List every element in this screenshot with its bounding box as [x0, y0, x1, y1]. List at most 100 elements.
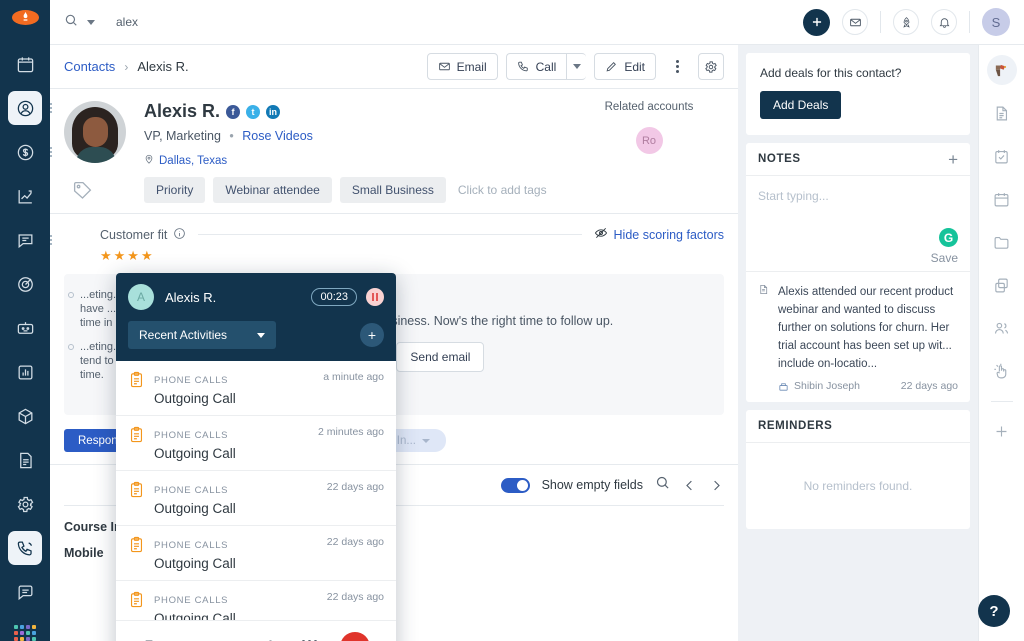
- activity-item[interactable]: PHONE CALLS Outgoing Call a minute ago: [116, 361, 396, 416]
- sidebar-item-bot[interactable]: [8, 311, 42, 345]
- activity-item[interactable]: PHONE CALLS Outgoing Call 22 days ago: [116, 526, 396, 581]
- sidebar-item-goals[interactable]: [8, 267, 42, 301]
- activity-title: Outgoing Call: [154, 391, 236, 406]
- activity-time: 2 minutes ago: [318, 426, 384, 438]
- activity-body: PHONE CALLS Outgoing Call: [154, 535, 327, 571]
- rail-item-people[interactable]: [987, 313, 1017, 343]
- hangup-button[interactable]: [340, 632, 371, 641]
- fields-next-chevron-right-icon[interactable]: [709, 478, 724, 493]
- factor-bullet-icon: [68, 292, 74, 298]
- sidebar-item-calendar[interactable]: [8, 47, 42, 81]
- sidebar-item-products[interactable]: [8, 399, 42, 433]
- breadcrumb-parent[interactable]: Contacts: [64, 59, 115, 74]
- tag-item[interactable]: Webinar attendee: [213, 177, 332, 203]
- tag-item[interactable]: Priority: [144, 177, 206, 203]
- user-avatar[interactable]: S: [982, 8, 1010, 36]
- contact-subtitle-separator: •: [229, 129, 234, 143]
- save-note-button[interactable]: Save: [931, 251, 958, 265]
- rail-item-freddy[interactable]: [986, 55, 1017, 85]
- sidebar-item-contacts-dots[interactable]: [50, 103, 52, 113]
- call-dropdown-chevron-down-icon[interactable]: [566, 53, 587, 80]
- sidebar-item-deals-dots[interactable]: [50, 147, 52, 157]
- envelope-icon[interactable]: [842, 9, 868, 35]
- hide-scoring-factors-button[interactable]: Hide scoring factors: [594, 226, 724, 243]
- add-note-plus-icon[interactable]: +: [948, 151, 958, 168]
- send-email-button[interactable]: Send email: [396, 342, 485, 372]
- bell-icon[interactable]: [931, 9, 957, 35]
- settings-gear-icon[interactable]: [698, 53, 724, 80]
- clipboard-icon: [128, 535, 154, 559]
- sidebar-item-analytics[interactable]: [8, 179, 42, 213]
- facebook-icon[interactable]: f: [226, 104, 241, 119]
- email-button[interactable]: Email: [426, 53, 498, 80]
- add-deals-panel-button[interactable]: Add Deals: [760, 91, 842, 119]
- activities-filter-chevron-down-icon: [257, 332, 266, 338]
- fields-prev-chevron-left-icon[interactable]: [682, 478, 697, 493]
- pipeline-stage-chevron-down-icon[interactable]: [421, 438, 430, 443]
- top-bar: alex S: [50, 0, 1024, 45]
- rail-item-add[interactable]: [987, 416, 1017, 446]
- linkedin-icon[interactable]: in: [266, 104, 281, 119]
- search-icon[interactable]: [64, 13, 78, 32]
- contact-company-link[interactable]: Rose Videos: [242, 129, 313, 143]
- call-paused-icon[interactable]: [366, 288, 384, 306]
- rail-item-hand[interactable]: [987, 356, 1017, 386]
- contact-location[interactable]: Dallas, Texas: [144, 153, 574, 168]
- call-button[interactable]: Call: [505, 53, 567, 80]
- grammarly-icon[interactable]: G: [939, 228, 958, 247]
- contact-photo: [64, 101, 126, 163]
- main-column: alex S Contacts › Alexis R. Email Call E…: [50, 0, 1024, 641]
- activity-category: PHONE CALLS: [154, 485, 229, 496]
- reminders-title: REMINDERS: [758, 420, 833, 432]
- sidebar-item-chat[interactable]: [8, 575, 42, 609]
- activity-category: PHONE CALLS: [154, 375, 229, 386]
- search-filter-chevron-down-icon[interactable]: [87, 19, 95, 25]
- related-account-avatar[interactable]: Ro: [635, 127, 663, 154]
- edit-button[interactable]: Edit: [594, 53, 656, 80]
- more-options-icon[interactable]: [664, 53, 690, 80]
- edit-button-label: Edit: [624, 59, 645, 74]
- sidebar-item-deals[interactable]: [8, 135, 52, 169]
- rail-item-folder[interactable]: [987, 227, 1017, 257]
- rail-item-calendar[interactable]: [987, 184, 1017, 214]
- sidebar-item-phone[interactable]: [8, 531, 42, 565]
- activity-time: 22 days ago: [326, 591, 384, 603]
- sidebar-item-reports[interactable]: [8, 355, 42, 389]
- show-empty-fields-toggle[interactable]: [500, 477, 530, 493]
- rail-item-document[interactable]: [987, 98, 1017, 128]
- search-input[interactable]: alex: [116, 15, 138, 29]
- twitter-icon[interactable]: t: [246, 104, 261, 119]
- rail-item-duplicate[interactable]: [987, 270, 1017, 300]
- activity-body: PHONE CALLS Outgoing Call: [154, 370, 323, 406]
- contact-subtitle: VP, Marketing • Rose Videos: [144, 129, 574, 143]
- activity-item[interactable]: PHONE CALLS Outgoing Call 22 days ago: [116, 581, 396, 620]
- app-switcher-grid-icon[interactable]: [14, 625, 36, 641]
- add-activity-button[interactable]: +: [360, 323, 384, 347]
- add-deals-card: Add deals for this contact? Add Deals: [746, 53, 970, 135]
- related-accounts-label: Related accounts: [604, 101, 694, 113]
- sidebar-item-conversations[interactable]: [8, 223, 52, 257]
- sidebar-item-documents[interactable]: [8, 443, 42, 477]
- rocket-icon[interactable]: [893, 9, 919, 35]
- activity-item[interactable]: PHONE CALLS Outgoing Call 2 minutes ago: [116, 416, 396, 471]
- tag-item[interactable]: Small Business: [339, 177, 446, 203]
- left-sidebar-bottom: [0, 531, 50, 641]
- info-icon[interactable]: [173, 227, 186, 243]
- call-contact-name: Alexis R.: [165, 289, 217, 305]
- activities-filter-dropdown[interactable]: Recent Activities: [128, 321, 277, 349]
- add-new-button[interactable]: [803, 8, 830, 36]
- freshworks-logo-icon[interactable]: [11, 10, 39, 25]
- note-editor[interactable]: Start typing... G Save: [746, 176, 970, 271]
- sidebar-item-settings[interactable]: [8, 487, 42, 521]
- note-item[interactable]: Alexis attended our recent product webin…: [746, 271, 970, 402]
- sidebar-item-conversations-dots[interactable]: [50, 235, 52, 245]
- rail-item-task[interactable]: [987, 141, 1017, 171]
- add-tags-placeholder[interactable]: Click to add tags: [458, 183, 547, 197]
- activity-item[interactable]: PHONE CALLS Outgoing Call 22 days ago: [116, 471, 396, 526]
- help-button[interactable]: ?: [978, 595, 1010, 627]
- search-bar[interactable]: alex: [64, 13, 138, 32]
- fields-search-icon[interactable]: [655, 475, 670, 495]
- note-input[interactable]: Start typing...: [758, 189, 829, 203]
- sidebar-item-contacts[interactable]: [8, 91, 52, 125]
- topbar-icons: S: [803, 8, 1010, 36]
